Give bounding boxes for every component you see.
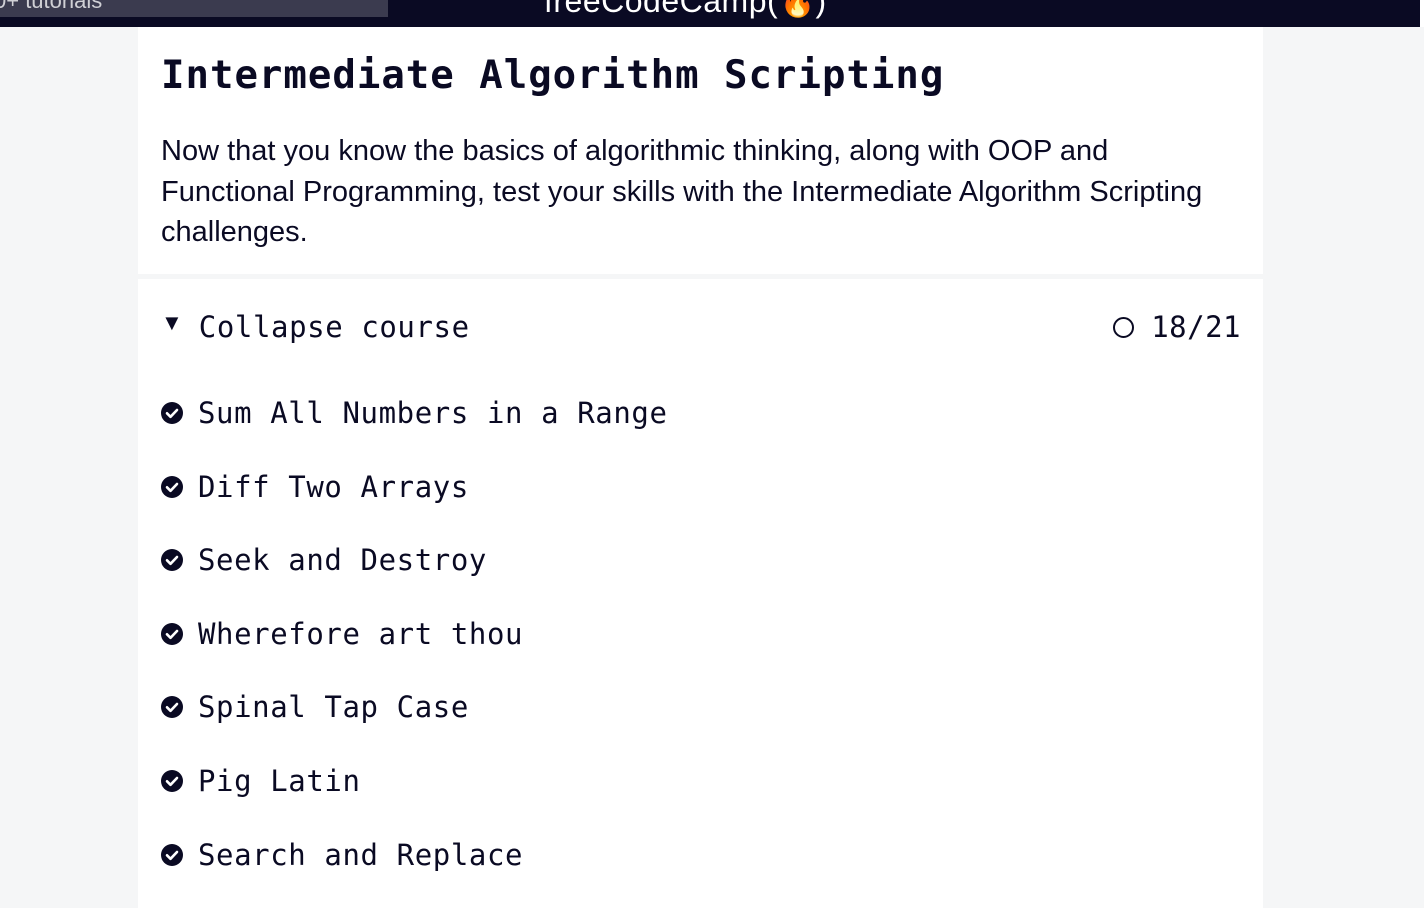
freecodecamp-logo[interactable]: freeCodeCamp(🔥) <box>544 0 827 20</box>
check-circle-icon <box>161 843 183 866</box>
check-circle-icon <box>161 622 183 645</box>
block-intro-card: Intermediate Algorithm Scripting Now tha… <box>138 27 1263 274</box>
challenge-item[interactable]: Search and Replace <box>161 835 668 908</box>
challenge-title: Pig Latin <box>198 763 361 798</box>
check-circle-icon <box>161 402 183 424</box>
challenge-item[interactable]: Pig Latin <box>161 761 668 835</box>
block-description: Now that you know the basics of algorith… <box>161 135 1203 248</box>
progress-count: 18/21 <box>1151 310 1241 344</box>
challenge-title: Spinal Tap Case <box>198 690 469 725</box>
caret-down-icon: ▼ <box>161 310 183 335</box>
challenge-item[interactable]: Sum All Numbers in a Range <box>161 393 668 467</box>
challenge-item[interactable]: Wherefore art thou <box>161 614 668 688</box>
collapse-course-label: Collapse course <box>198 310 470 344</box>
circle-icon <box>1113 316 1135 338</box>
brand-close-paren: ) <box>815 0 827 19</box>
course-progress: 18/21 <box>1113 309 1241 345</box>
search-placeholder: 0+ tutorials <box>0 0 103 13</box>
challenge-title: Search and Replace <box>198 837 524 872</box>
check-circle-icon <box>161 696 183 719</box>
course-card: ▼ Collapse course 18/21 Sum All Numbers … <box>138 279 1263 908</box>
navbar-edge <box>1420 0 1424 27</box>
challenge-item[interactable]: Spinal Tap Case <box>161 687 668 761</box>
top-navbar: 0+ tutorials freeCodeCamp(🔥) <box>0 0 1424 27</box>
challenge-item[interactable]: Diff Two Arrays <box>161 467 668 541</box>
flame-icon: 🔥 <box>780 0 816 18</box>
challenge-title: Sum All Numbers in a Range <box>198 396 668 430</box>
page-title: Intermediate Algorithm Scripting <box>161 53 945 98</box>
check-circle-icon <box>161 549 183 572</box>
challenge-title: Seek and Destroy <box>198 543 487 578</box>
brand-text: freeCodeCamp( <box>544 0 779 19</box>
challenge-title: Wherefore art thou <box>198 616 524 651</box>
check-circle-icon <box>161 769 183 792</box>
collapse-course-button[interactable]: ▼ Collapse course <box>161 309 470 345</box>
check-circle-icon <box>161 475 183 498</box>
challenge-list: Sum All Numbers in a Range Diff Two Arra… <box>161 393 668 908</box>
challenge-item[interactable]: Seek and Destroy <box>161 540 668 614</box>
search-input[interactable]: 0+ tutorials <box>0 0 388 17</box>
challenge-title: Diff Two Arrays <box>198 469 469 504</box>
